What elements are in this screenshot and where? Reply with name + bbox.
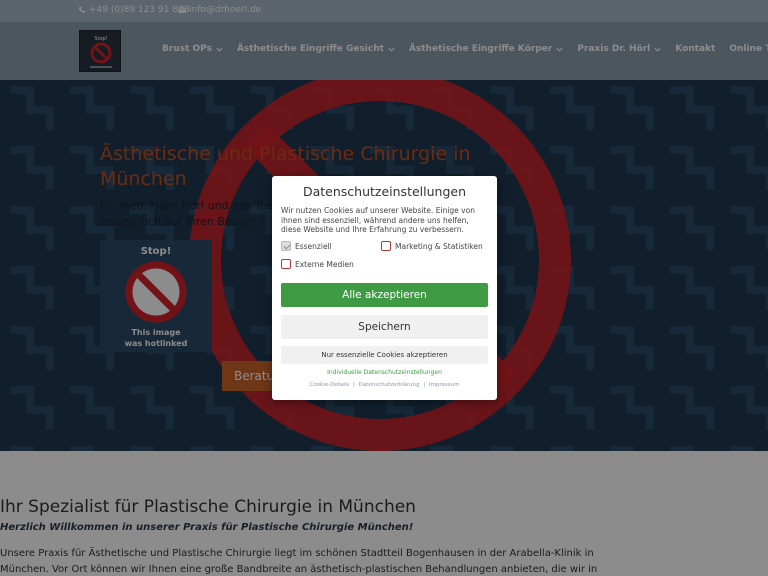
- checkbox-marketing[interactable]: Marketing & Statistiken: [381, 241, 483, 251]
- imprint-link[interactable]: Impressum: [429, 382, 460, 388]
- save-button[interactable]: Speichern: [281, 315, 488, 339]
- cookie-details-link[interactable]: Cookie-Details: [309, 382, 349, 388]
- essential-checkbox: [281, 241, 291, 251]
- individual-settings-link[interactable]: Individuelle Datenschutzeinstellungen: [272, 369, 497, 376]
- cookie-consent-dialog: Datenschutzeinstellungen Wir nutzen Cook…: [272, 176, 497, 400]
- privacy-link[interactable]: Datenschutzerklärung: [359, 382, 420, 388]
- dialog-title: Datenschutzeinstellungen: [302, 184, 467, 199]
- dialog-description: Wir nutzen Cookies auf unserer Website. …: [281, 206, 475, 234]
- checkbox-essential: Essenziell: [281, 241, 332, 251]
- essential-only-button[interactable]: Nur essenzielle Cookies akzeptieren: [281, 346, 488, 364]
- essential-label: Essenziell: [295, 241, 332, 251]
- footer-separator: |: [352, 382, 355, 388]
- marketing-label: Marketing & Statistiken: [395, 241, 483, 251]
- footer-separator: |: [423, 382, 426, 388]
- dialog-footer: Cookie-Details | Datenschutzerklärung | …: [272, 382, 497, 388]
- accept-all-button[interactable]: Alle akzeptieren: [281, 283, 488, 307]
- checkbox-external[interactable]: Externe Medien: [281, 259, 354, 269]
- external-checkbox[interactable]: [281, 259, 291, 269]
- external-label: Externe Medien: [295, 259, 354, 269]
- marketing-checkbox[interactable]: [381, 241, 391, 251]
